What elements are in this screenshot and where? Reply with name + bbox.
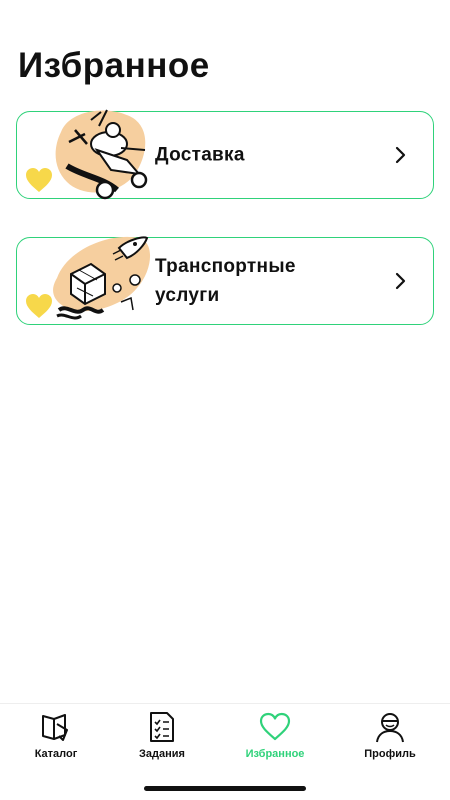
tab-profile[interactable]: Профиль [334,710,446,770]
catalog-book-icon [42,714,68,741]
delivery-illustration [55,109,148,200]
tab-tasks[interactable]: Задания [106,710,218,770]
favorites-screen: Избранное Доставка Транспортные услуги К… [0,0,450,800]
tasks-checklist-icon [150,712,174,742]
tab-label: Задания [139,748,185,760]
favorite-card-label: Транспортные услуги [155,256,296,306]
tab-label: Профиль [364,748,416,760]
tab-label: Каталог [34,748,78,760]
chevron-right-icon [395,272,406,290]
home-indicator [144,786,306,791]
tab-catalog[interactable]: Каталог [0,710,112,770]
heart-favorite-icon[interactable] [25,167,53,193]
page-title: Избранное [18,46,210,85]
favorite-card-transport[interactable]: Транспортные услуги [16,236,434,325]
transport-illustration [53,236,151,320]
heart-favorite-icon[interactable] [25,293,53,319]
profile-avatar-icon [376,713,404,743]
favorite-card-label: Доставка [155,144,245,166]
heart-icon [259,712,291,741]
favorite-card-delivery[interactable]: Доставка [16,109,434,200]
chevron-right-icon [395,146,406,164]
tab-label: Избранное [245,748,305,760]
tab-favorites[interactable]: Избранное [219,710,331,770]
